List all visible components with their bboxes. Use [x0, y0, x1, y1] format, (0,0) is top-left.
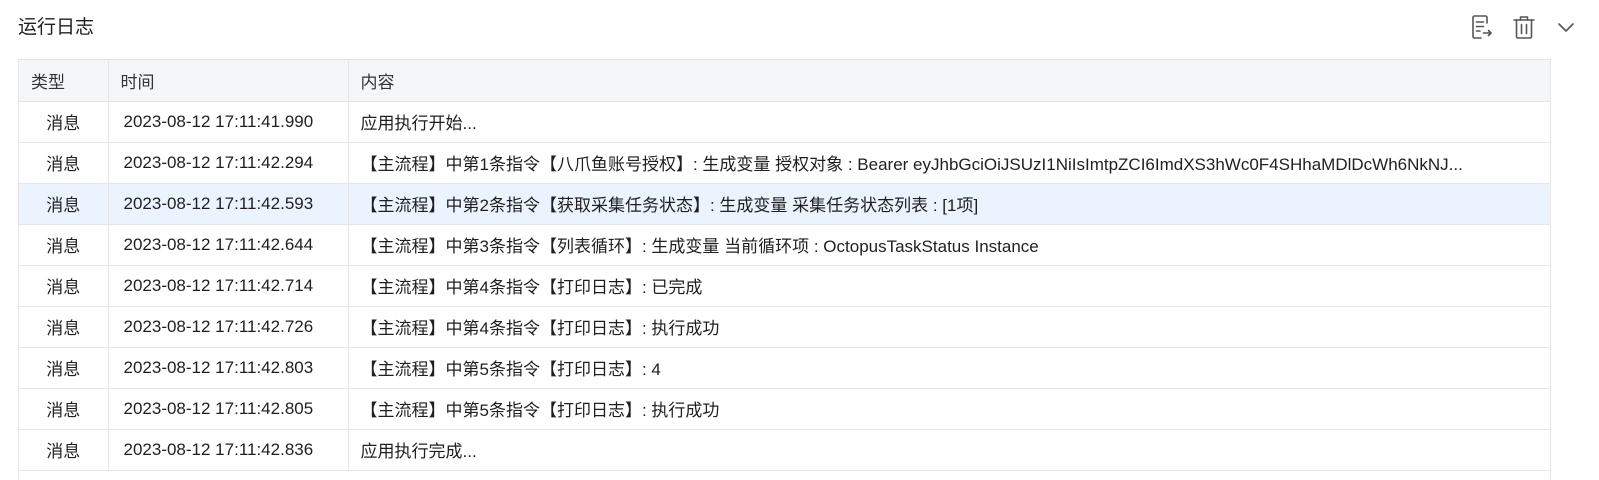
cell-content: 【主流程】中第4条指令【打印日志】: 执行成功: [348, 306, 1550, 348]
table-row[interactable]: 消息 2023-08-12 17:11:42.726 【主流程】中第4条指令【打…: [19, 306, 1550, 348]
table-row[interactable]: 消息 2023-08-12 17:11:42.644 【主流程】中第3条指令【列…: [19, 224, 1550, 266]
log-table: 类型 时间 内容 消息 2023-08-12 17:11:41.990 应用执行…: [19, 60, 1550, 471]
export-log-button[interactable]: [1469, 12, 1495, 42]
cell-time: 2023-08-12 17:11:42.593: [108, 183, 349, 225]
panel-header: 运行日志: [0, 0, 1599, 58]
table-row[interactable]: 消息 2023-08-12 17:11:42.714 【主流程】中第4条指令【打…: [19, 265, 1550, 307]
run-log-panel: 运行日志 类型 时间 内容 消息 2023-08-12 17:11:41.990…: [0, 0, 1599, 480]
cell-time: 2023-08-12 17:11:41.990: [108, 101, 349, 143]
trash-icon: [1513, 16, 1535, 39]
table-row[interactable]: 消息 2023-08-12 17:11:42.593 【主流程】中第2条指令【获…: [19, 183, 1550, 225]
export-log-icon: [1472, 15, 1492, 39]
cell-type: 消息: [19, 347, 109, 389]
cell-content: 【主流程】中第5条指令【打印日志】: 执行成功: [348, 388, 1550, 430]
table-row[interactable]: 消息 2023-08-12 17:11:42.836 应用执行完成...: [19, 429, 1550, 471]
cell-type: 消息: [19, 306, 109, 348]
cell-type: 消息: [19, 388, 109, 430]
cell-content: 【主流程】中第4条指令【打印日志】: 已完成: [348, 265, 1550, 307]
collapse-button[interactable]: [1553, 12, 1579, 42]
cell-content: 【主流程】中第1条指令【八爪鱼账号授权】: 生成变量 授权对象 : Bearer…: [348, 142, 1550, 184]
cell-time: 2023-08-12 17:11:42.803: [108, 347, 349, 389]
cell-content: 应用执行开始...: [348, 101, 1550, 143]
cell-time: 2023-08-12 17:11:42.714: [108, 265, 349, 307]
cell-type: 消息: [19, 183, 109, 225]
table-row[interactable]: 消息 2023-08-12 17:11:42.294 【主流程】中第1条指令【八…: [19, 142, 1550, 184]
table-row[interactable]: 消息 2023-08-12 17:11:42.805 【主流程】中第5条指令【打…: [19, 388, 1550, 430]
table-row[interactable]: 消息 2023-08-12 17:11:42.803 【主流程】中第5条指令【打…: [19, 347, 1550, 389]
log-table-container[interactable]: 类型 时间 内容 消息 2023-08-12 17:11:41.990 应用执行…: [18, 59, 1551, 480]
cell-time: 2023-08-12 17:11:42.805: [108, 388, 349, 430]
cell-time: 2023-08-12 17:11:42.294: [108, 142, 349, 184]
cell-type: 消息: [19, 142, 109, 184]
cell-content: 【主流程】中第3条指令【列表循环】: 生成变量 当前循环项 : OctopusT…: [348, 224, 1550, 266]
cell-time: 2023-08-12 17:11:42.836: [108, 429, 349, 471]
cell-time: 2023-08-12 17:11:42.644: [108, 224, 349, 266]
table-header-row: 类型 时间 内容: [19, 60, 1550, 102]
cell-content: 【主流程】中第2条指令【获取采集任务状态】: 生成变量 采集任务状态列表 : […: [348, 183, 1550, 225]
cell-type: 消息: [19, 265, 109, 307]
table-row[interactable]: 消息 2023-08-12 17:11:41.990 应用执行开始...: [19, 101, 1550, 143]
cell-type: 消息: [19, 101, 109, 143]
clear-log-button[interactable]: [1511, 12, 1537, 42]
column-header-content[interactable]: 内容: [348, 60, 1550, 102]
column-header-type[interactable]: 类型: [19, 60, 109, 102]
chevron-down-icon: [1558, 23, 1574, 32]
header-toolbar: [1469, 12, 1579, 42]
log-table-body: 消息 2023-08-12 17:11:41.990 应用执行开始... 消息 …: [19, 101, 1550, 471]
cell-type: 消息: [19, 224, 109, 266]
cell-time: 2023-08-12 17:11:42.726: [108, 306, 349, 348]
column-header-time[interactable]: 时间: [108, 60, 349, 102]
cell-type: 消息: [19, 429, 109, 471]
cell-content: 应用执行完成...: [348, 429, 1550, 471]
cell-content: 【主流程】中第5条指令【打印日志】: 4: [348, 347, 1550, 389]
panel-title: 运行日志: [18, 17, 95, 38]
